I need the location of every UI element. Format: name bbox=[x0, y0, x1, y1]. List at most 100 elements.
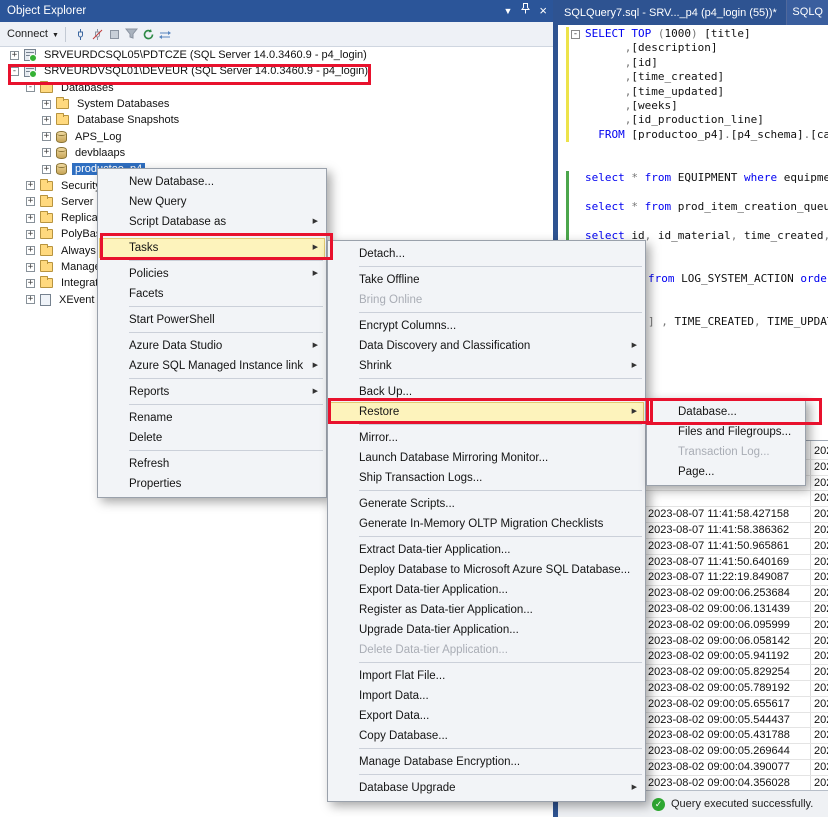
grid-cell-timestamp2: 2023-08-0 bbox=[814, 729, 828, 741]
stop-icon[interactable] bbox=[106, 26, 123, 43]
menu-item-script-database-as[interactable]: Script Database as▶ bbox=[99, 212, 325, 232]
menu-item-export-data[interactable]: Export Data... bbox=[329, 706, 644, 726]
menu-item-start-powershell[interactable]: Start PowerShell bbox=[99, 310, 325, 330]
menu-item-tasks[interactable]: Tasks▶ bbox=[99, 238, 325, 258]
tree-item-databases[interactable]: -Databases bbox=[0, 80, 553, 96]
submenu-arrow-icon: ▶ bbox=[632, 778, 637, 798]
expand-icon[interactable]: + bbox=[26, 295, 35, 304]
menu-item-shrink[interactable]: Shrink▶ bbox=[329, 356, 644, 376]
menu-item-extract-data-tier-application[interactable]: Extract Data-tier Application... bbox=[329, 540, 644, 560]
auto-refresh-icon[interactable] bbox=[157, 26, 174, 43]
menu-item-label: Rename bbox=[129, 412, 172, 424]
menu-item-restore[interactable]: Restore▶ bbox=[329, 402, 644, 422]
menu-item-label: Delete Data-tier Application... bbox=[359, 644, 508, 656]
window-position-icon[interactable]: ▼ bbox=[503, 0, 512, 22]
menu-item-mirror[interactable]: Mirror... bbox=[329, 428, 644, 448]
tab-sqlquery-next[interactable]: SQLQ bbox=[786, 0, 828, 25]
expand-icon[interactable]: + bbox=[10, 51, 19, 60]
menu-separator bbox=[359, 378, 642, 379]
menu-item-azure-data-studio[interactable]: Azure Data Studio▶ bbox=[99, 336, 325, 356]
tree-item-database-snapshots[interactable]: +Database Snapshots bbox=[0, 112, 553, 128]
code-fold-toggle[interactable]: - bbox=[571, 30, 580, 39]
menu-item-facets[interactable]: Facets bbox=[99, 284, 325, 304]
menu-separator bbox=[129, 234, 323, 235]
database-icon bbox=[56, 147, 67, 159]
grid-cell-timestamp2: 2023-08-0 bbox=[814, 461, 828, 473]
tree-item-aps-log[interactable]: +APS_Log bbox=[0, 128, 553, 144]
menu-item-generate-in-memory-oltp-migration-checklis[interactable]: Generate In-Memory OLTP Migration Checkl… bbox=[329, 514, 644, 534]
menu-item-reports[interactable]: Reports▶ bbox=[99, 382, 325, 402]
expand-icon[interactable]: + bbox=[26, 214, 35, 223]
menu-item-properties[interactable]: Properties bbox=[99, 474, 325, 494]
expand-icon[interactable]: + bbox=[42, 148, 51, 157]
menu-item-label: Azure SQL Managed Instance link bbox=[129, 360, 303, 372]
menu-item-copy-database[interactable]: Copy Database... bbox=[329, 726, 644, 746]
connect-icon[interactable] bbox=[72, 26, 89, 43]
grid-cell-timestamp2: 2023-08-0 bbox=[814, 619, 828, 631]
object-explorer-titlebar: Object Explorer ▼ × bbox=[0, 0, 553, 22]
expand-icon[interactable]: + bbox=[26, 246, 35, 255]
menu-separator bbox=[129, 306, 323, 307]
menu-item-new-database[interactable]: New Database... bbox=[99, 172, 325, 192]
expand-icon[interactable]: + bbox=[42, 116, 51, 125]
tree-item-label: SRVEURDCSQL05\PDTCZE (SQL Server 14.0.34… bbox=[41, 49, 370, 61]
menu-item-ship-transaction-logs[interactable]: Ship Transaction Logs... bbox=[329, 468, 644, 488]
menu-item-delete[interactable]: Delete bbox=[99, 428, 325, 448]
menu-item-policies[interactable]: Policies▶ bbox=[99, 264, 325, 284]
menu-item-refresh[interactable]: Refresh bbox=[99, 454, 325, 474]
menu-item-page[interactable]: Page... bbox=[648, 462, 804, 482]
grid-cell-timestamp: 2023-08-02 09:00:06.058142 bbox=[648, 635, 790, 647]
tab-sqlquery7[interactable]: SQLQuery7.sql - SRV..._p4 (p4_login (55)… bbox=[558, 7, 783, 19]
expand-icon[interactable]: + bbox=[26, 230, 35, 239]
menu-item-files-and-filegroups[interactable]: Files and Filegroups... bbox=[648, 422, 804, 442]
menu-separator bbox=[129, 260, 323, 261]
expand-icon[interactable]: + bbox=[26, 279, 35, 288]
menu-item-encrypt-columns[interactable]: Encrypt Columns... bbox=[329, 316, 644, 336]
menu-item-generate-scripts[interactable]: Generate Scripts... bbox=[329, 494, 644, 514]
connect-label: Connect bbox=[7, 28, 48, 40]
connect-dropdown[interactable]: Connect▼ bbox=[7, 28, 59, 40]
tree-item-srveurdvsql01-deveur-sql-server-14-0-3460-[interactable]: -SRVEURDVSQL01\DEVEUR (SQL Server 14.0.3… bbox=[0, 63, 553, 79]
refresh-icon[interactable] bbox=[140, 26, 157, 43]
menu-item-data-discovery-and-classification[interactable]: Data Discovery and Classification▶ bbox=[329, 336, 644, 356]
menu-item-deploy-database-to-microsoft-azure-sql-dat[interactable]: Deploy Database to Microsoft Azure SQL D… bbox=[329, 560, 644, 580]
menu-item-register-as-data-tier-application[interactable]: Register as Data-tier Application... bbox=[329, 600, 644, 620]
menu-item-manage-database-encryption[interactable]: Manage Database Encryption... bbox=[329, 752, 644, 772]
tree-item-system-databases[interactable]: + System Databases bbox=[0, 96, 553, 112]
expand-icon[interactable]: + bbox=[26, 263, 35, 272]
expand-icon[interactable]: + bbox=[26, 181, 35, 190]
grid-cell-timestamp2: 2023-08-0 bbox=[814, 650, 828, 662]
menu-item-take-offline[interactable]: Take Offline bbox=[329, 270, 644, 290]
menu-item-database[interactable]: Database... bbox=[648, 402, 804, 422]
menu-item-upgrade-data-tier-application[interactable]: Upgrade Data-tier Application... bbox=[329, 620, 644, 640]
restore-submenu: Database...Files and Filegroups...Transa… bbox=[646, 398, 806, 486]
tree-item-label: System Databases bbox=[74, 98, 172, 110]
menu-item-new-query[interactable]: New Query bbox=[99, 192, 325, 212]
tree-item-devblaaps[interactable]: +devblaaps bbox=[0, 145, 553, 161]
collapse-icon[interactable]: - bbox=[26, 83, 35, 92]
menu-item-label: Database... bbox=[678, 406, 737, 418]
collapse-icon[interactable]: - bbox=[10, 67, 19, 76]
grid-cell-timestamp2: 2023-08-0 bbox=[814, 508, 828, 520]
disconnect-icon[interactable] bbox=[89, 26, 106, 43]
menu-item-import-flat-file[interactable]: Import Flat File... bbox=[329, 666, 644, 686]
menu-item-database-upgrade[interactable]: Database Upgrade▶ bbox=[329, 778, 644, 798]
menu-item-launch-database-mirroring-monitor[interactable]: Launch Database Mirroring Monitor... bbox=[329, 448, 644, 468]
menu-item-detach[interactable]: Detach... bbox=[329, 244, 644, 264]
menu-item-import-data[interactable]: Import Data... bbox=[329, 686, 644, 706]
tree-item-srveurdcsql05-pdtcze-sql-server-14-0-3460-[interactable]: + SRVEURDCSQL05\PDTCZE (SQL Server 14.0.3… bbox=[0, 47, 553, 63]
pin-icon[interactable] bbox=[521, 0, 530, 22]
menu-item-back-up[interactable]: Back Up... bbox=[329, 382, 644, 402]
filter-icon[interactable] bbox=[123, 26, 140, 43]
expand-icon[interactable]: + bbox=[26, 197, 35, 206]
close-icon[interactable]: × bbox=[539, 0, 547, 22]
grid-cell-timestamp: 2023-08-02 09:00:05.269644 bbox=[648, 745, 790, 757]
expand-icon[interactable]: + bbox=[42, 132, 51, 141]
menu-separator bbox=[359, 266, 642, 267]
menu-item-rename[interactable]: Rename bbox=[99, 408, 325, 428]
menu-item-azure-sql-managed-instance-link[interactable]: Azure SQL Managed Instance link▶ bbox=[99, 356, 325, 376]
success-check-icon: ✓ bbox=[652, 798, 665, 811]
expand-icon[interactable]: + bbox=[42, 100, 51, 109]
expand-icon[interactable]: + bbox=[42, 165, 51, 174]
menu-item-export-data-tier-application[interactable]: Export Data-tier Application... bbox=[329, 580, 644, 600]
